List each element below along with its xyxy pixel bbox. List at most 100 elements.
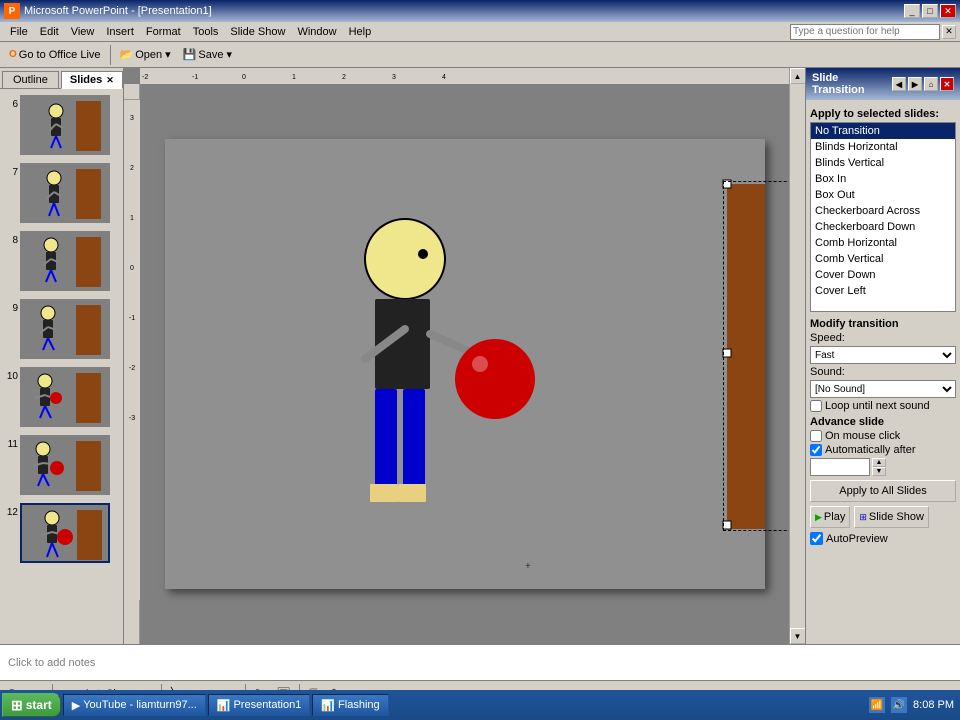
- slide-thumb-7[interactable]: 7: [2, 161, 121, 225]
- vertical-scrollbar[interactable]: ▲ ▼: [789, 68, 805, 644]
- slide-thumb-12[interactable]: 12: [2, 501, 121, 565]
- titlebar: P Microsoft PowerPoint - [Presentation1]…: [0, 0, 960, 22]
- sound-label: Sound:: [810, 366, 845, 378]
- tab-close-icon[interactable]: ✕: [106, 75, 114, 86]
- trans-item-checker-across[interactable]: Checkerboard Across: [811, 203, 955, 219]
- loop-label: Loop until next sound: [825, 400, 930, 412]
- mouse-click-checkbox[interactable]: [810, 430, 822, 442]
- open-button[interactable]: 📂 Open ▾: [115, 44, 176, 66]
- slide-image-12[interactable]: [20, 503, 110, 563]
- trans-item-comb-v[interactable]: Comb Vertical: [811, 251, 955, 267]
- help-search-input[interactable]: [790, 24, 940, 40]
- autopreview-label: AutoPreview: [826, 533, 888, 545]
- menu-insert[interactable]: Insert: [100, 25, 140, 39]
- trans-item-no-transition[interactable]: No Transition: [811, 123, 955, 139]
- go-to-office-button[interactable]: O Go to Office Live: [4, 44, 106, 66]
- trans-item-cover-left[interactable]: Cover Left: [811, 283, 955, 299]
- slide-num-9: 9: [4, 299, 18, 314]
- transition-close-button[interactable]: ✕: [940, 77, 954, 91]
- taskbar-flashing[interactable]: 📊 Flashing: [312, 694, 388, 716]
- slide-image-10[interactable]: [20, 367, 110, 427]
- youtube-icon: ▶: [72, 699, 80, 712]
- transition-back-button[interactable]: ◀: [892, 77, 906, 91]
- menu-slideshow[interactable]: Slide Show: [224, 25, 291, 39]
- windows-icon: ⊞: [11, 697, 23, 714]
- sound-select-row: [No Sound]: [810, 380, 956, 398]
- auto-after-row: Automatically after: [810, 444, 956, 456]
- slide-svg: +: [165, 139, 765, 589]
- slide-image-8[interactable]: [20, 231, 110, 291]
- taskbar-presentation[interactable]: 📊 Presentation1: [208, 694, 311, 716]
- slide-image-7[interactable]: [20, 163, 110, 223]
- slide-image-11[interactable]: [20, 435, 110, 495]
- close-button[interactable]: ✕: [940, 4, 956, 18]
- taskbar-youtube[interactable]: ▶ YouTube - liamturn97...: [63, 694, 206, 716]
- slide-num-10: 10: [4, 367, 18, 382]
- trans-item-checker-down[interactable]: Checkerboard Down: [811, 219, 955, 235]
- menu-tools[interactable]: Tools: [187, 25, 225, 39]
- trans-item-comb-h[interactable]: Comb Horizontal: [811, 235, 955, 251]
- slide-thumb-9[interactable]: 9: [2, 297, 121, 361]
- horizontal-ruler: -2 -1 0 1 2 3 4: [140, 68, 805, 84]
- svg-text:-3: -3: [129, 415, 135, 422]
- help-close-button[interactable]: ✕: [942, 25, 956, 39]
- loop-checkbox[interactable]: [810, 400, 822, 412]
- time-input[interactable]: 00:00:1: [810, 458, 870, 476]
- transition-home-button[interactable]: ⌂: [924, 77, 938, 91]
- tab-slides[interactable]: Slides ✕: [61, 71, 123, 89]
- notes-area[interactable]: Click to add notes: [0, 644, 960, 680]
- panel-tabs: Outline Slides ✕: [0, 68, 123, 89]
- trans-item-cover-down[interactable]: Cover Down: [811, 267, 955, 283]
- auto-after-label: Automatically after: [825, 444, 915, 456]
- slideshow-button[interactable]: ⊞ Slide Show: [854, 506, 929, 528]
- ruler-corner: [124, 84, 140, 100]
- tray-network-icon: 📶: [869, 697, 885, 713]
- autopreview-row: AutoPreview: [810, 532, 956, 545]
- transition-forward-button[interactable]: ▶: [908, 77, 922, 91]
- time-down-button[interactable]: ▼: [872, 467, 886, 476]
- svg-text:0: 0: [242, 74, 246, 81]
- svg-text:-2: -2: [129, 365, 135, 372]
- trans-item-box-in[interactable]: Box In: [811, 171, 955, 187]
- slide-thumb-10[interactable]: 10: [2, 365, 121, 429]
- slide-num-8: 8: [4, 231, 18, 246]
- speed-select-row: Fast Medium Slow: [810, 346, 956, 364]
- apply-all-button[interactable]: Apply to All Slides: [810, 480, 956, 502]
- slide-canvas-area[interactable]: +: [140, 84, 789, 644]
- slide-canvas[interactable]: +: [165, 139, 765, 589]
- office-icon: O: [9, 49, 17, 60]
- menu-view[interactable]: View: [65, 25, 101, 39]
- slide-image-9[interactable]: [20, 299, 110, 359]
- slide-num-7: 7: [4, 163, 18, 178]
- slide-image-6[interactable]: [20, 95, 110, 155]
- transition-list[interactable]: No Transition Blinds Horizontal Blinds V…: [810, 122, 956, 312]
- menu-window[interactable]: Window: [291, 25, 342, 39]
- slide-thumb-6[interactable]: 6: [2, 93, 121, 157]
- maximize-button[interactable]: □: [922, 4, 938, 18]
- scroll-down-button[interactable]: ▼: [790, 628, 806, 644]
- speed-select[interactable]: Fast Medium Slow: [810, 346, 956, 364]
- slide-thumb-11[interactable]: 11: [2, 433, 121, 497]
- minimize-button[interactable]: _: [904, 4, 920, 18]
- slide-thumb-8[interactable]: 8: [2, 229, 121, 293]
- save-button[interactable]: 💾 Save ▾: [178, 44, 237, 66]
- play-button[interactable]: ▶ Play: [810, 506, 850, 528]
- auto-after-checkbox[interactable]: [810, 444, 822, 456]
- trans-item-blinds-v[interactable]: Blinds Vertical: [811, 155, 955, 171]
- start-button[interactable]: ⊞ start: [2, 693, 61, 717]
- slideshow-icon: ⊞: [859, 512, 867, 523]
- menu-edit[interactable]: Edit: [34, 25, 65, 39]
- scroll-up-button[interactable]: ▲: [790, 68, 806, 84]
- time-up-button[interactable]: ▲: [872, 458, 886, 467]
- toolbar-separator: [110, 45, 111, 65]
- tab-outline[interactable]: Outline: [2, 71, 59, 88]
- menu-format[interactable]: Format: [140, 25, 187, 39]
- autopreview-checkbox[interactable]: [810, 532, 823, 545]
- flashing-icon: 📊: [321, 699, 335, 712]
- sound-select[interactable]: [No Sound]: [810, 380, 956, 398]
- trans-item-box-out[interactable]: Box Out: [811, 187, 955, 203]
- menu-file[interactable]: File: [4, 25, 34, 39]
- trans-item-blinds-h[interactable]: Blinds Horizontal: [811, 139, 955, 155]
- menu-help[interactable]: Help: [343, 25, 378, 39]
- slides-panel[interactable]: 6: [0, 89, 124, 569]
